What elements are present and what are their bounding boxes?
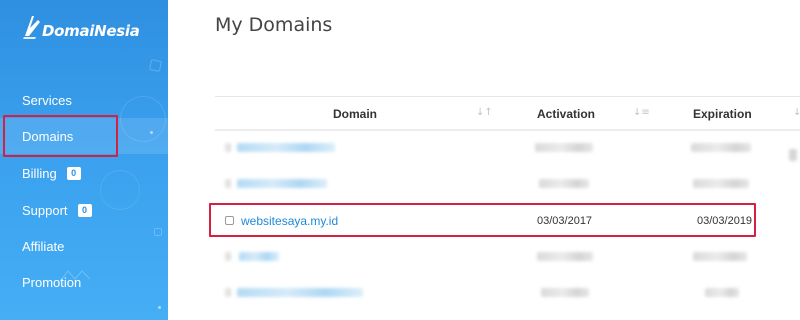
logo-text: DomaiNesia	[42, 22, 140, 40]
redacted-checkbox	[225, 143, 231, 152]
logo[interactable]: DomaiNesia	[22, 14, 140, 40]
sidebar-item-label: Promotion	[22, 274, 82, 290]
sidebar-item-label: Billing	[22, 165, 57, 181]
sidebar-item-affiliate[interactable]: Affiliate	[0, 228, 168, 264]
decorative-square	[148, 58, 163, 73]
sidebar: DomaiNesia Services Domains Billing 0 Su…	[0, 0, 168, 320]
redacted-date	[535, 143, 593, 152]
table-row[interactable]	[215, 167, 800, 203]
nav-highlight-annotation	[3, 115, 118, 157]
table-row[interactable]	[215, 131, 800, 167]
redacted-date	[539, 179, 589, 188]
redacted-checkbox	[225, 179, 231, 188]
column-header-expiration[interactable]: Expiration	[693, 107, 752, 121]
sidebar-item-promotion[interactable]: Promotion	[0, 264, 168, 300]
sidebar-item-services[interactable]: Services	[0, 82, 168, 118]
column-header-domain[interactable]: Domain	[333, 107, 377, 121]
sort-icon[interactable]: ↓	[793, 107, 800, 118]
redacted-checkbox	[225, 288, 231, 297]
redacted-domain	[237, 143, 335, 152]
page-title: My Domains	[215, 14, 333, 36]
redacted-date	[541, 288, 589, 297]
sort-descending-icon[interactable]: ↓≡	[633, 107, 650, 118]
table-row[interactable]	[215, 239, 800, 275]
column-header-activation[interactable]: Activation	[537, 107, 595, 121]
sidebar-item-billing[interactable]: Billing 0	[0, 155, 168, 191]
sidebar-item-label: Support	[22, 202, 68, 218]
redacted-domain	[237, 288, 363, 297]
billing-count-badge: 0	[66, 166, 81, 180]
sidebar-item-label: Services	[22, 92, 72, 108]
sort-icon[interactable]: ↓↑	[476, 107, 493, 118]
redacted-checkbox	[225, 252, 231, 261]
redacted-date	[705, 288, 739, 297]
redacted-domain	[239, 252, 279, 261]
decorative-dot	[158, 306, 161, 309]
redacted-date	[693, 179, 749, 188]
redacted-date	[537, 252, 593, 261]
sidebar-item-label: Affiliate	[22, 238, 65, 254]
table-row[interactable]	[215, 275, 800, 311]
sidebar-item-support[interactable]: Support 0	[0, 192, 168, 228]
table-header: Domain ↓↑ Activation ↓≡ Expiration ↓	[215, 96, 800, 131]
row-highlight-annotation	[209, 203, 756, 237]
support-count-badge: 0	[77, 203, 92, 217]
redacted-date	[691, 143, 751, 152]
redacted-date	[693, 252, 747, 261]
redacted-action	[789, 149, 797, 161]
redacted-domain	[237, 179, 327, 188]
